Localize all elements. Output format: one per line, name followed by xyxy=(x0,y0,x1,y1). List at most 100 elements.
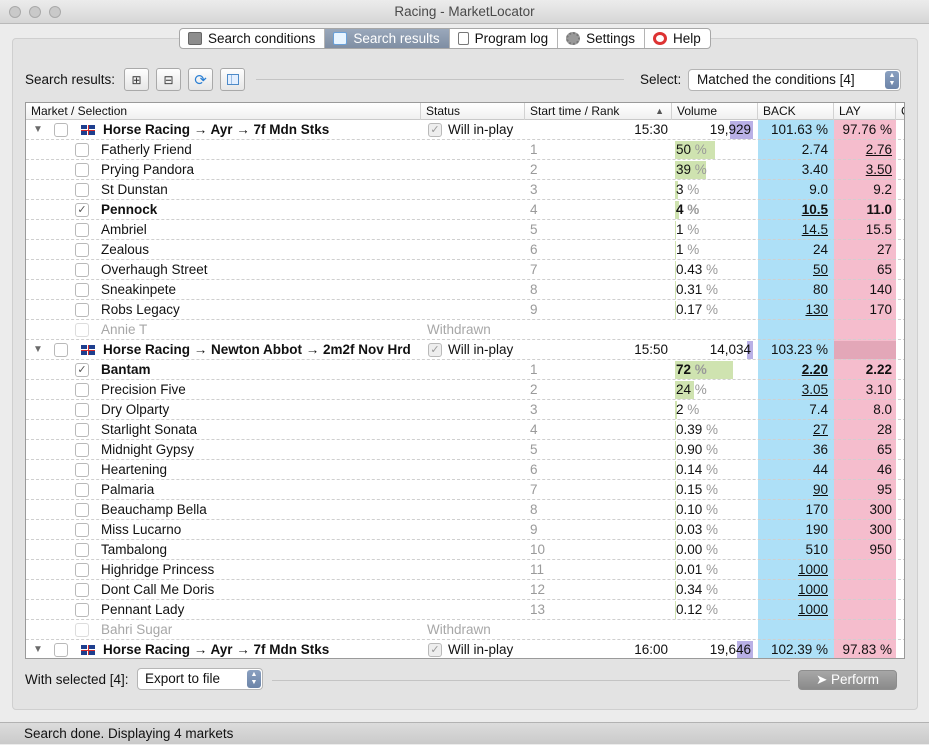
runner-row[interactable]: Pennant Lady 13 0.12 % 1000 xyxy=(26,600,904,620)
market-row[interactable]: ▼ Horse Racing → Newton Abbot → 2m2f Nov … xyxy=(26,340,904,360)
runner-checkbox[interactable] xyxy=(75,283,89,297)
runner-lay-price[interactable]: 2.22 xyxy=(834,360,892,380)
runner-row-withdrawn[interactable]: Annie T Withdrawn xyxy=(26,320,904,340)
runner-back-price[interactable]: 10.5 xyxy=(758,200,828,220)
market-row[interactable]: ▼ Horse Racing → Ayr → 7f Mdn Stks ✓ Will i… xyxy=(26,120,904,140)
runner-lay-price[interactable] xyxy=(834,580,892,600)
tab-help[interactable]: Help xyxy=(645,29,710,48)
runner-checkbox[interactable] xyxy=(75,483,89,497)
runner-lay-price[interactable]: 27 xyxy=(834,240,892,260)
runner-back-price[interactable]: 3.05 xyxy=(758,380,828,400)
runner-lay-price[interactable]: 11.0 xyxy=(834,200,892,220)
runner-back-price[interactable]: 1000 xyxy=(758,600,828,620)
columns-button[interactable] xyxy=(220,68,245,91)
runner-row[interactable]: Miss Lucarno 9 0.03 % 190 300 xyxy=(26,520,904,540)
runner-lay-price[interactable]: 15.5 xyxy=(834,220,892,240)
runner-checkbox[interactable] xyxy=(75,543,89,557)
runner-row[interactable]: Dont Call Me Doris 12 0.34 % 1000 xyxy=(26,580,904,600)
collapse-triangle-icon[interactable]: ▼ xyxy=(33,120,43,140)
runner-lay-price[interactable]: 95 xyxy=(834,480,892,500)
runner-checkbox[interactable] xyxy=(75,183,89,197)
market-checkbox[interactable] xyxy=(54,123,68,137)
market-row[interactable]: ▼ Horse Racing → Ayr → 7f Mdn Stks ✓ Will i… xyxy=(26,640,904,658)
col-header-start[interactable]: Start time / Rank ▲ xyxy=(525,103,672,120)
collapse-all-button[interactable]: ⊟ xyxy=(156,68,181,91)
runner-lay-price[interactable]: 8.0 xyxy=(834,400,892,420)
runner-back-price[interactable]: 80 xyxy=(758,280,828,300)
market-checkbox[interactable] xyxy=(54,343,68,357)
runner-row[interactable]: Zealous 6 1 % 24 27 xyxy=(26,240,904,260)
runner-row[interactable]: Dry Olparty 3 2 % 7.4 8.0 xyxy=(26,400,904,420)
selection-filter-select[interactable]: Matched the conditions [4] ▲ ▼ xyxy=(688,69,901,91)
runner-checkbox[interactable] xyxy=(75,523,89,537)
runner-back-price[interactable]: 1000 xyxy=(758,560,828,580)
col-header-lay[interactable]: LAY xyxy=(834,103,896,120)
runner-row[interactable]: Overhaugh Street 7 0.43 % 50 65 xyxy=(26,260,904,280)
runner-row[interactable]: Precision Five 2 24 % 3.05 3.10 xyxy=(26,380,904,400)
runner-lay-price[interactable]: 46 xyxy=(834,460,892,480)
runner-checkbox[interactable] xyxy=(75,383,89,397)
tab-program-log[interactable]: Program log xyxy=(450,29,559,48)
runner-back-price[interactable]: 2.20 xyxy=(758,360,828,380)
col-header-market[interactable]: Market / Selection xyxy=(26,103,421,120)
tab-search-results[interactable]: Search results xyxy=(325,29,450,48)
runner-lay-price[interactable]: 28 xyxy=(834,420,892,440)
col-header-status[interactable]: Status xyxy=(421,103,525,120)
runner-checkbox[interactable] xyxy=(75,243,89,257)
runner-row[interactable]: Heartening 6 0.14 % 44 46 xyxy=(26,460,904,480)
runner-checkbox[interactable] xyxy=(75,423,89,437)
runner-row[interactable]: St Dunstan 3 3 % 9.0 9.2 xyxy=(26,180,904,200)
col-header-back[interactable]: BACK xyxy=(758,103,834,120)
runner-lay-price[interactable]: 300 xyxy=(834,500,892,520)
tab-search-conditions[interactable]: Search conditions xyxy=(180,29,326,48)
market-checkbox[interactable] xyxy=(54,643,68,657)
runner-row[interactable]: Highridge Princess 11 0.01 % 1000 xyxy=(26,560,904,580)
runner-row[interactable]: Fatherly Friend 1 50 % 2.74 2.76 xyxy=(26,140,904,160)
runner-lay-price[interactable]: 9.2 xyxy=(834,180,892,200)
runner-back-price[interactable]: 510 xyxy=(758,540,828,560)
collapse-triangle-icon[interactable]: ▼ xyxy=(33,340,43,360)
action-select[interactable]: Export to file ▲ ▼ xyxy=(137,668,263,690)
runner-back-price[interactable]: 90 xyxy=(758,480,828,500)
collapse-triangle-icon[interactable]: ▼ xyxy=(33,640,43,658)
expand-all-button[interactable]: ⊞ xyxy=(124,68,149,91)
runner-back-price[interactable]: 36 xyxy=(758,440,828,460)
results-table[interactable]: Market / Selection Status Start time / R… xyxy=(25,102,905,659)
runner-back-price[interactable]: 190 xyxy=(758,520,828,540)
runner-checkbox[interactable] xyxy=(75,403,89,417)
runner-checkbox[interactable] xyxy=(75,563,89,577)
runner-back-price[interactable]: 44 xyxy=(758,460,828,480)
runner-back-price[interactable]: 24 xyxy=(758,240,828,260)
runner-checkbox[interactable] xyxy=(75,503,89,517)
perform-button[interactable]: ➤ Perform xyxy=(798,670,897,690)
runner-back-price[interactable]: 2.74 xyxy=(758,140,828,160)
runner-lay-price[interactable] xyxy=(834,600,892,620)
runner-lay-price[interactable]: 3.50 xyxy=(834,160,892,180)
runner-lay-price[interactable]: 2.76 xyxy=(834,140,892,160)
runner-checkbox[interactable]: ✓ xyxy=(75,203,89,217)
runner-back-price[interactable]: 9.0 xyxy=(758,180,828,200)
runner-checkbox[interactable] xyxy=(75,303,89,317)
runner-back-price[interactable]: 14.5 xyxy=(758,220,828,240)
runner-lay-price[interactable]: 300 xyxy=(834,520,892,540)
refresh-button[interactable]: ⟳ xyxy=(188,68,213,91)
runner-row[interactable]: Starlight Sonata 4 0.39 % 27 28 xyxy=(26,420,904,440)
runner-lay-price[interactable]: 3.10 xyxy=(834,380,892,400)
runner-row[interactable]: Tambalong 10 0.00 % 510 950 xyxy=(26,540,904,560)
runner-back-price[interactable]: 130 xyxy=(758,300,828,320)
runner-checkbox[interactable] xyxy=(75,463,89,477)
runner-lay-price[interactable]: 65 xyxy=(834,260,892,280)
runner-row[interactable]: ✓ Pennock 4 4 % 10.5 11.0 xyxy=(26,200,904,220)
runner-checkbox[interactable] xyxy=(75,143,89,157)
runner-row-withdrawn[interactable]: Bahri Sugar Withdrawn xyxy=(26,620,904,640)
runner-lay-price[interactable]: 140 xyxy=(834,280,892,300)
zoom-window-button[interactable] xyxy=(49,6,61,18)
minimize-window-button[interactable] xyxy=(29,6,41,18)
runner-checkbox[interactable] xyxy=(75,163,89,177)
runner-row[interactable]: Robs Legacy 9 0.17 % 130 170 xyxy=(26,300,904,320)
close-window-button[interactable] xyxy=(9,6,21,18)
runner-checkbox[interactable] xyxy=(75,263,89,277)
runner-row[interactable]: Palmaria 7 0.15 % 90 95 xyxy=(26,480,904,500)
runner-row[interactable]: Prying Pandora 2 39 % 3.40 3.50 xyxy=(26,160,904,180)
runner-back-price[interactable]: 1000 xyxy=(758,580,828,600)
